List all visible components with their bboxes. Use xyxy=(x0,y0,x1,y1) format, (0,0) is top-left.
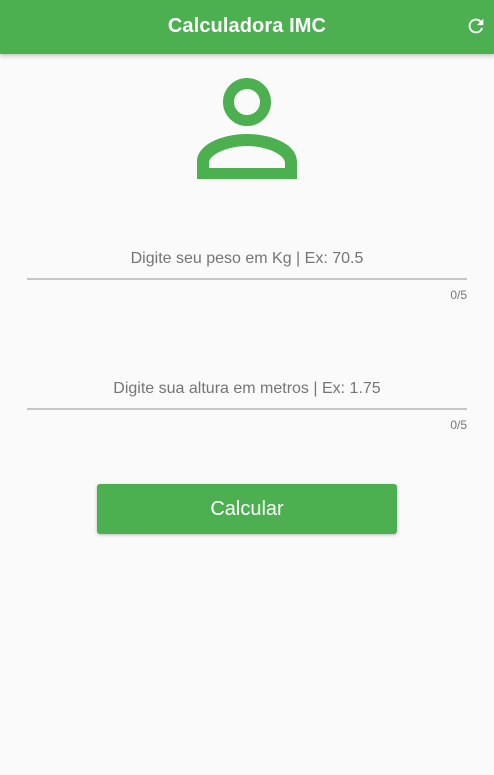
weight-field: 0/5 xyxy=(27,240,467,302)
person-outline-icon xyxy=(197,78,297,179)
app-title: Calculadora IMC xyxy=(167,15,327,37)
app-bar: Calculadora IMC xyxy=(0,0,494,54)
weight-input[interactable] xyxy=(27,240,467,280)
height-input[interactable] xyxy=(27,370,467,410)
height-field: 0/5 xyxy=(27,370,467,432)
weight-counter: 0/5 xyxy=(450,288,467,302)
calculate-button[interactable]: Calcular xyxy=(97,484,397,534)
height-counter: 0/5 xyxy=(450,418,467,432)
refresh-button[interactable] xyxy=(462,12,490,40)
refresh-icon xyxy=(468,18,484,34)
